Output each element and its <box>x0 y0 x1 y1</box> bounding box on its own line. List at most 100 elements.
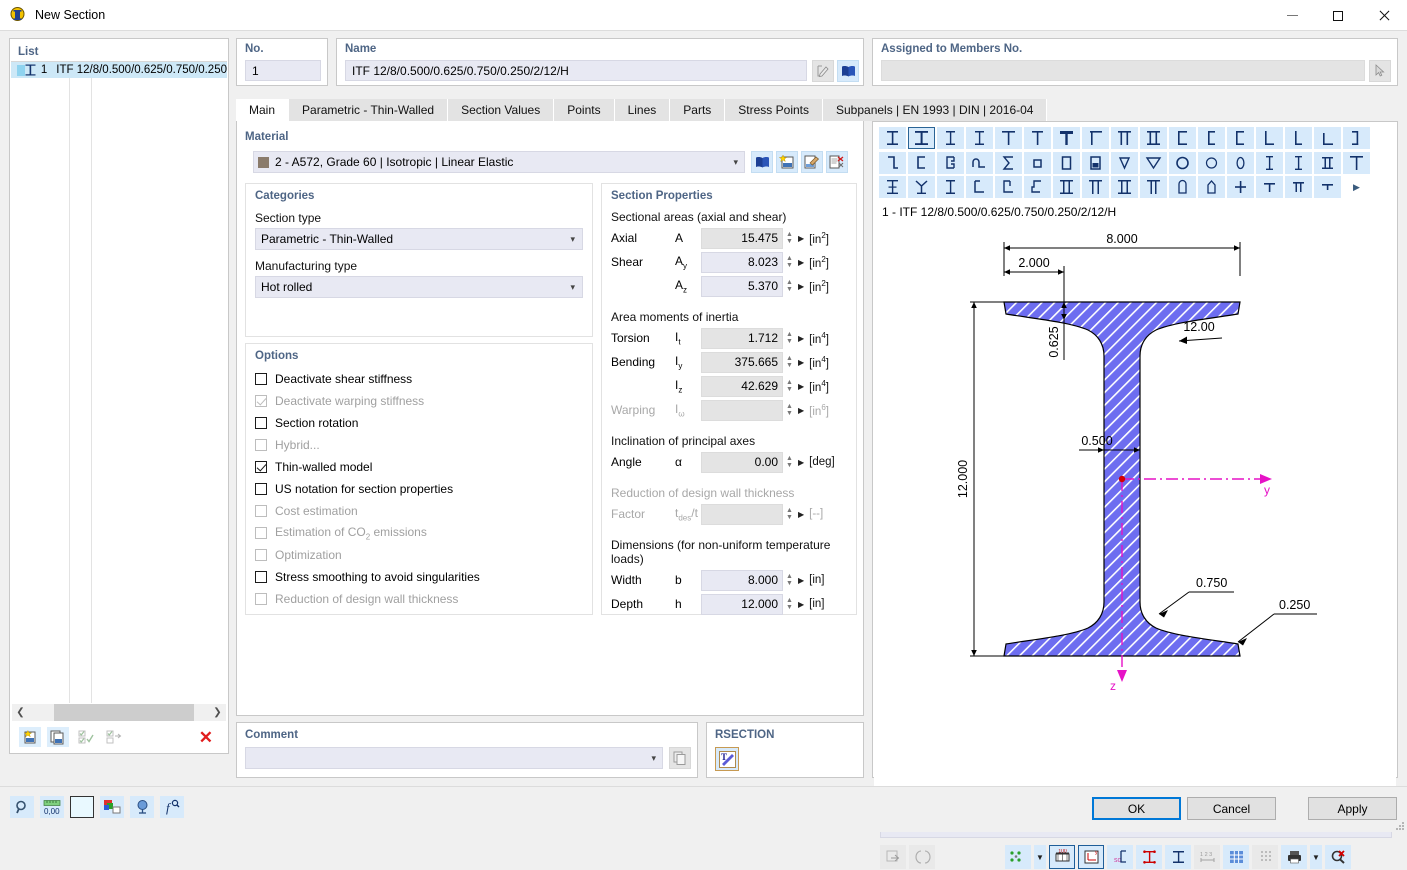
tab-lines[interactable]: Lines <box>615 99 671 121</box>
shape-palette-more-button[interactable]: ▶ <box>1343 176 1370 198</box>
shape-button-rect-filled[interactable] <box>1082 152 1109 174</box>
assigned-members-input[interactable] <box>881 60 1365 81</box>
shape-button-t-7[interactable] <box>1285 176 1312 198</box>
expand-arrow-icon[interactable]: ▶ <box>798 458 804 467</box>
option-deactivate-shear-stiffness[interactable]: Deactivate shear stiffness <box>255 368 583 390</box>
render-mode-dropdown[interactable]: ▼ <box>1034 845 1046 869</box>
expand-arrow-icon[interactable]: ▶ <box>798 382 804 391</box>
shape-button-c-5[interactable] <box>966 176 993 198</box>
visual-settings-icon[interactable] <box>130 796 154 818</box>
expand-arrow-icon[interactable]: ▶ <box>798 334 804 343</box>
spinner-icon[interactable]: ▲▼ <box>784 352 795 373</box>
shape-button-sigma[interactable] <box>995 152 1022 174</box>
render-mode-button[interactable] <box>1005 845 1031 869</box>
spinner-icon[interactable]: ▲▼ <box>784 376 795 397</box>
shape-button-double-t[interactable] <box>1111 127 1138 149</box>
comment-input[interactable]: ▾ <box>245 747 663 769</box>
shape-button-circle-2[interactable] <box>1198 152 1225 174</box>
option-us-notation[interactable]: US notation for section properties <box>255 478 583 500</box>
numbering-button[interactable]: 1 2 3 <box>1194 845 1220 869</box>
tab-subpanels[interactable]: Subpanels | EN 1993 | DIN | 2016-04 <box>823 99 1047 121</box>
color-box-icon[interactable] <box>70 796 94 818</box>
deselect-button[interactable] <box>103 727 125 747</box>
shape-button-t-3[interactable] <box>1053 127 1080 149</box>
zoom-reset-button[interactable] <box>1325 845 1351 869</box>
bending-inertia-z-input[interactable]: 42.629 <box>701 376 783 397</box>
minimize-button[interactable] <box>1269 0 1315 31</box>
spinner-icon[interactable]: ▲▼ <box>784 276 795 297</box>
rename-icon[interactable] <box>812 60 834 82</box>
shape-button-y[interactable] <box>908 176 935 198</box>
spinner-icon[interactable]: ▲▼ <box>784 570 795 591</box>
option-stress-smoothing[interactable]: Stress smoothing to avoid singularities <box>255 566 583 588</box>
shape-button-z-2[interactable] <box>879 152 906 174</box>
shape-button-square-small[interactable] <box>1024 152 1051 174</box>
shape-button-l-2[interactable] <box>1285 127 1312 149</box>
shape-button-l-3[interactable] <box>1314 127 1341 149</box>
shape-button-b[interactable] <box>937 152 964 174</box>
manufacturing-type-select[interactable]: Hot rolled ▾ <box>255 276 583 298</box>
shape-button-i-2[interactable] <box>908 127 935 149</box>
shape-button-t-6[interactable] <box>1256 176 1283 198</box>
tab-parts[interactable]: Parts <box>670 99 725 121</box>
tab-section-values[interactable]: Section Values <box>448 99 554 121</box>
shape-button-rect-hollow[interactable] <box>1053 152 1080 174</box>
spinner-icon[interactable]: ▲▼ <box>784 252 795 273</box>
spinner-icon[interactable]: ▲▼ <box>784 594 795 615</box>
scroll-thumb[interactable] <box>54 704 194 721</box>
shape-button-c-3[interactable] <box>1227 127 1254 149</box>
ok-button[interactable]: OK <box>1092 797 1181 820</box>
new-material-icon[interactable] <box>776 151 798 173</box>
shape-button-t-4[interactable] <box>1082 127 1109 149</box>
checkbox-icon[interactable] <box>255 373 267 385</box>
shape-button-t-1[interactable] <box>995 127 1022 149</box>
shape-button-t-2[interactable] <box>1024 127 1051 149</box>
checkbox-icon[interactable] <box>255 417 267 429</box>
formula-icon[interactable]: f <box>160 796 184 818</box>
pick-members-icon[interactable] <box>1369 60 1391 82</box>
section-type-select[interactable]: Parametric - Thin-Walled ▾ <box>255 228 583 250</box>
scroll-track[interactable] <box>29 704 209 721</box>
axial-area-input[interactable]: 15.475 <box>701 228 783 249</box>
expand-arrow-icon[interactable]: ▶ <box>798 600 804 609</box>
snap-button[interactable] <box>1252 845 1278 869</box>
close-button[interactable] <box>1361 0 1407 31</box>
option-thin-walled-model[interactable]: Thin-walled model <box>255 456 583 478</box>
shape-button-circle-1[interactable] <box>1169 152 1196 174</box>
expand-arrow-icon[interactable]: ▶ <box>798 282 804 291</box>
delete-section-button[interactable]: ✕ <box>199 729 213 746</box>
print-button[interactable] <box>1281 845 1307 869</box>
grid-button[interactable] <box>1223 845 1249 869</box>
checkbox-icon[interactable] <box>255 571 267 583</box>
scroll-left-icon[interactable]: ❮ <box>12 704 29 721</box>
shape-button-z-1[interactable] <box>1343 127 1370 149</box>
new-section-button[interactable] <box>19 727 41 747</box>
shape-button-circle-3[interactable] <box>1227 152 1254 174</box>
tab-points[interactable]: Points <box>554 99 614 121</box>
shear-center-button[interactable]: sc <box>1107 845 1133 869</box>
shape-button-i-5[interactable] <box>1256 152 1283 174</box>
spinner-icon[interactable]: ▲▼ <box>784 328 795 349</box>
material-select[interactable]: 2 - A572, Grade 60 | Isotropic | Linear … <box>253 151 745 173</box>
number-input[interactable]: 1 <box>245 60 321 81</box>
checkbox-icon[interactable] <box>255 461 267 473</box>
edit-material-icon[interactable] <box>801 151 823 173</box>
search-icon[interactable] <box>10 796 34 818</box>
shape-button-dome-2[interactable] <box>1198 176 1225 198</box>
units-icon[interactable]: 0,00 <box>40 796 64 818</box>
shape-button-double-i[interactable] <box>1140 127 1167 149</box>
depth-input[interactable]: 12.000 <box>701 594 783 615</box>
expand-arrow-icon[interactable]: ▶ <box>798 576 804 585</box>
tab-stress-points[interactable]: Stress Points <box>725 99 823 121</box>
print-dropdown[interactable]: ▼ <box>1310 845 1322 869</box>
shape-button-c-2[interactable] <box>1198 127 1225 149</box>
shape-button-c-4[interactable] <box>908 152 935 174</box>
shape-button-plus[interactable] <box>1227 176 1254 198</box>
shape-button-i-3[interactable] <box>937 127 964 149</box>
shape-button-double-i-3[interactable] <box>1111 176 1138 198</box>
bending-inertia-y-input[interactable]: 375.665 <box>701 352 783 373</box>
apply-button[interactable]: Apply <box>1308 797 1397 820</box>
expand-arrow-icon[interactable]: ▶ <box>798 234 804 243</box>
shape-button-i-8[interactable] <box>937 176 964 198</box>
section-list[interactable]: 1 ITF 12/8/0.500/0.625/0.750/0.250 <box>11 61 227 703</box>
